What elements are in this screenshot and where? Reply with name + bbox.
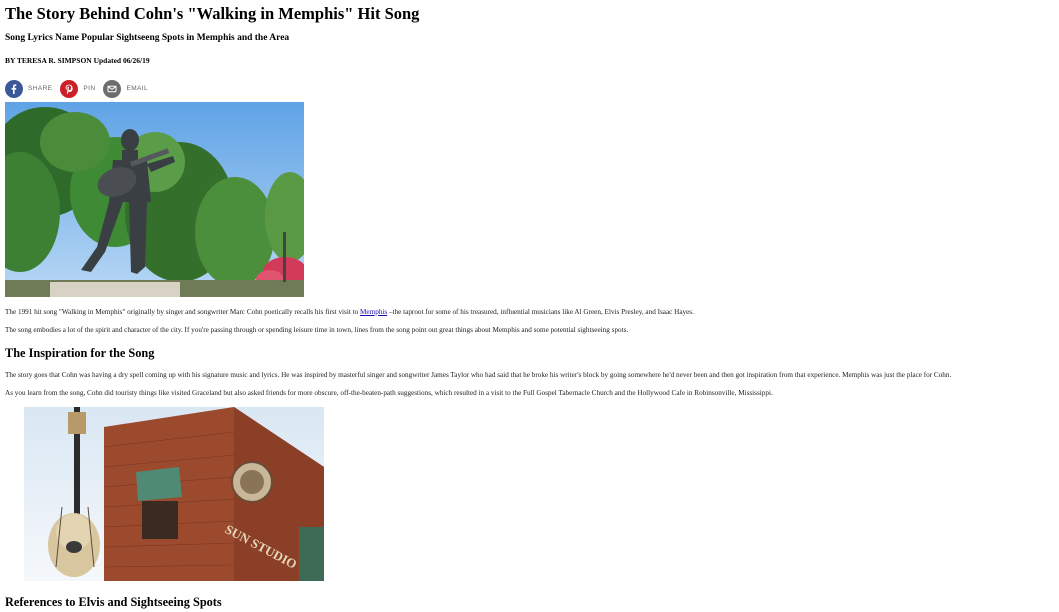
intro-paragraph: The 1991 hit song "Walking in Memphis" o… [5,308,694,316]
intro-text-cont: –the taproot for some of his treasured, … [387,308,694,316]
intro-text: The 1991 hit song "Walking in Memphis" o… [5,308,361,316]
section-heading: The Inspiration for the Song [5,346,155,360]
article-subtitle: Song Lyrics Name Popular Sightseeng Spot… [5,33,290,43]
email-share-button[interactable]: EMAIL [103,79,148,98]
elvis-statue-photo [5,102,304,297]
page-title: The Story Behind Cohn's "Walking in Memp… [5,4,420,23]
share-label: SHARE [28,85,53,92]
facebook-share-button[interactable]: SHARE [5,79,53,98]
paragraph: The story goes that Cohn was having a dr… [5,371,952,379]
sun-studio-photo: SUN STUDIO [24,407,324,581]
email-icon [103,79,122,98]
pin-label: PIN [83,85,96,92]
paragraph: The song embodies a lot of the spirit an… [5,326,629,334]
pinterest-icon [60,79,79,98]
section-heading: References to Elvis and Sightseeing Spot… [5,595,222,609]
share-bar: SHARE PIN EMAIL [5,79,156,98]
email-label: EMAIL [126,85,148,92]
paragraph: As you learn from the song, Cohn did tou… [5,389,773,397]
memphis-link[interactable]: Memphis [360,308,387,316]
pinterest-pin-button[interactable]: PIN [60,79,96,98]
byline: BY TERESA R. SIMPSON Updated 06/26/19 [5,56,150,65]
facebook-icon [5,79,23,98]
